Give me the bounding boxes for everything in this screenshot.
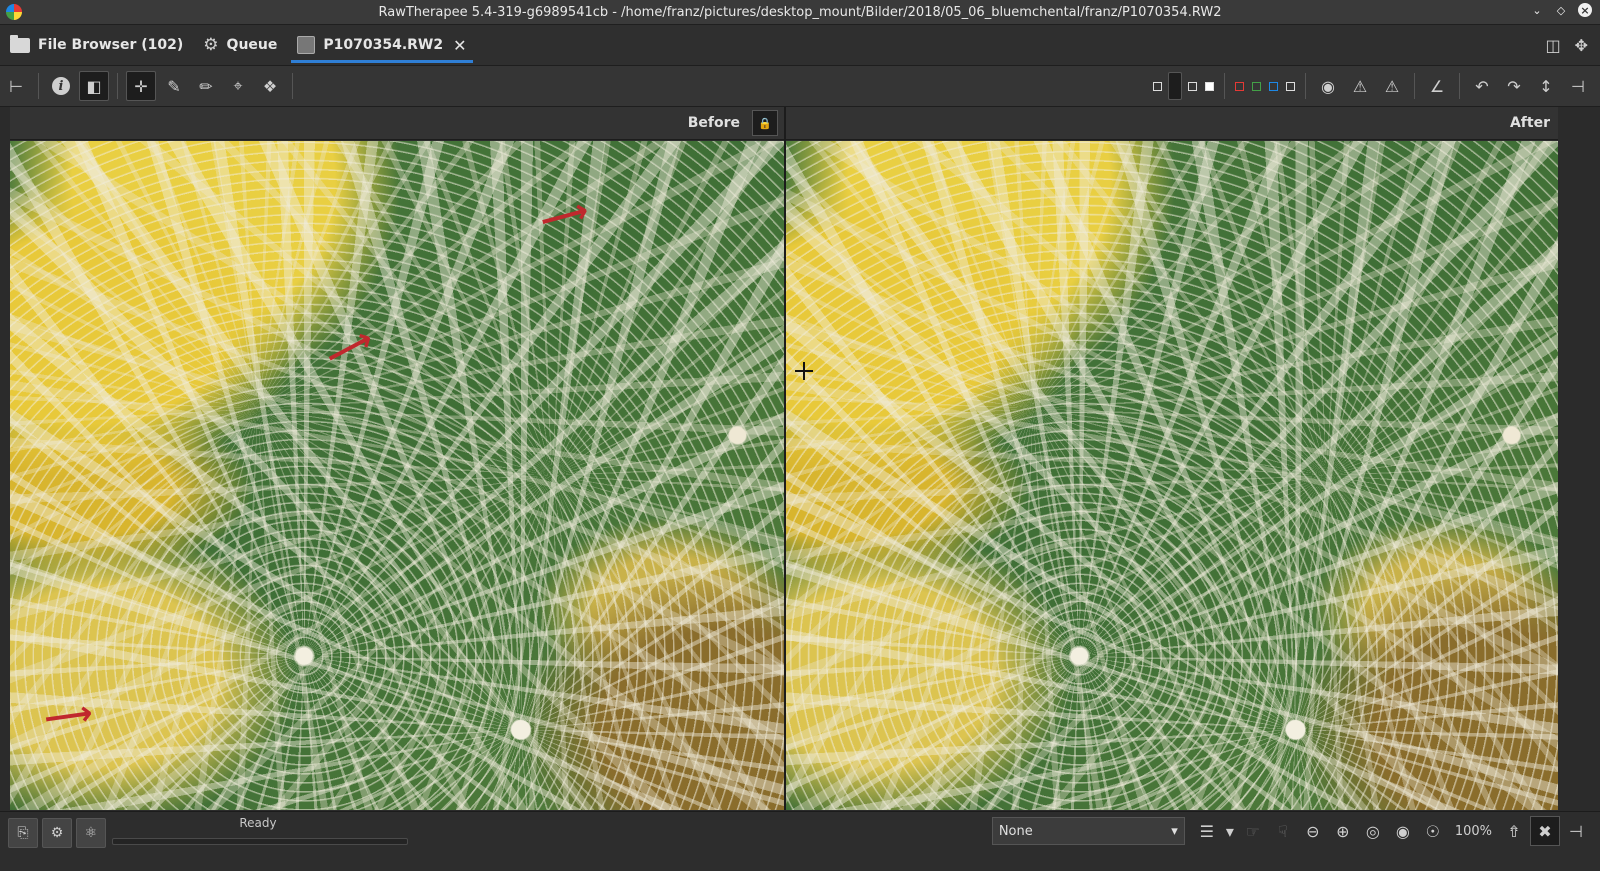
zoom-level: 100%	[1454, 823, 1492, 839]
after-header: After	[786, 107, 1558, 140]
folder-icon	[10, 34, 30, 53]
after-label: After	[1509, 115, 1550, 131]
info-icon: i	[52, 77, 70, 95]
red-channel-icon[interactable]	[1235, 81, 1244, 91]
window-titlebar: RawTherapee 5.4-319-g6989541cb - /home/f…	[0, 0, 1600, 25]
hide-left-panel-icon[interactable]: ⊢	[2, 72, 30, 100]
white-balance-picker-icon[interactable]: ✎	[160, 72, 188, 100]
zoom-fit-crop-icon[interactable]: ◉	[1389, 817, 1417, 845]
profile-select[interactable]: None ▾	[991, 817, 1185, 845]
separator	[117, 73, 118, 99]
external-editor-icon[interactable]: ⚛	[76, 818, 106, 848]
separator	[1224, 73, 1225, 99]
luminosity-channel-icon[interactable]	[1286, 81, 1295, 91]
green-channel-icon[interactable]	[1252, 81, 1261, 91]
flip-vertical-icon[interactable]: ↕	[1532, 72, 1560, 100]
after-photo	[786, 141, 1558, 810]
before-label: Before	[687, 115, 740, 131]
lock-icon[interactable]: 🔒	[752, 110, 778, 136]
tab-label: Queue	[226, 37, 278, 53]
fullscreen-icon[interactable]: ✥	[1575, 36, 1588, 55]
status-bar: ⎘ ⚙ ⚛ Ready None ▾ ☰ ▾ ☞ ☟ ⊖ ⊕ ◎ ◉ ☉ 100…	[0, 811, 1600, 871]
info-button[interactable]: i	[47, 72, 75, 100]
before-after-button[interactable]: ◧	[79, 71, 109, 101]
tab-file-browser[interactable]: File Browser (102)	[0, 25, 193, 65]
preview-mode-normal-icon[interactable]	[1188, 81, 1197, 91]
close-tab-icon[interactable]: ✕	[453, 36, 466, 55]
separator	[1305, 73, 1306, 99]
shadow-clipping-warning-icon[interactable]: ⚠	[1346, 72, 1374, 100]
before-photo	[10, 141, 784, 810]
straighten-icon[interactable]: ❖	[256, 72, 284, 100]
tab-editor[interactable]: P1070354.RW2 ✕	[287, 25, 476, 65]
close-window-icon[interactable]: ×	[1578, 3, 1592, 17]
hide-right-panel-bottom-icon[interactable]: ⊣	[1562, 817, 1590, 845]
minimize-icon[interactable]: ⌄	[1530, 3, 1544, 17]
app-icon	[6, 4, 22, 20]
zoom-100-icon[interactable]: ☉	[1419, 817, 1447, 845]
status-text: Ready	[239, 816, 277, 830]
separator	[38, 73, 39, 99]
preview-mode-small-icon[interactable]	[1153, 81, 1162, 91]
new-detail-window-icon[interactable]: ⇮	[1500, 817, 1528, 845]
zoom-in-icon[interactable]: ⊕	[1329, 817, 1357, 845]
send-to-queue-icon[interactable]: ⚙	[42, 818, 72, 848]
rotate-left-icon[interactable]: ↶	[1468, 72, 1496, 100]
tab-label: File Browser (102)	[38, 37, 184, 53]
after-image[interactable]	[786, 141, 1558, 810]
annotation-arrow-icon: ⟶	[41, 692, 96, 740]
blue-channel-icon[interactable]	[1269, 81, 1278, 91]
histogram-icon[interactable]: ∠	[1423, 72, 1451, 100]
progress-bar	[112, 838, 408, 845]
image-thumbnail-icon	[297, 36, 316, 54]
crop-icon[interactable]: ⌖	[224, 72, 252, 100]
hand-tool-icon[interactable]: ✛	[126, 71, 156, 101]
hide-right-panel-icon[interactable]: ⊣	[1564, 72, 1592, 100]
tab-bar: File Browser (102) ⚙ Queue P1070354.RW2 …	[0, 25, 1600, 66]
maximize-icon[interactable]: ◇	[1554, 3, 1568, 17]
previous-image-icon[interactable]: ☞	[1239, 817, 1267, 845]
chevron-down-icon[interactable]: ▾	[1223, 817, 1237, 845]
tab-label: P1070354.RW2	[323, 37, 444, 53]
preview-mode-white-icon[interactable]	[1205, 81, 1214, 91]
profile-select-value: None	[998, 823, 1033, 839]
dropdown-arrow-icon: ▾	[1171, 823, 1178, 839]
next-image-icon[interactable]: ☟	[1269, 817, 1297, 845]
panels-icon[interactable]: ◫	[1545, 36, 1560, 55]
color-picker-icon[interactable]: ✏	[192, 72, 220, 100]
focus-mask-icon[interactable]: ◉	[1314, 72, 1342, 100]
preview-mode-bar-icon[interactable]	[1168, 72, 1182, 100]
crosshair-cursor-icon	[795, 362, 813, 380]
pane-divider[interactable]	[784, 107, 786, 810]
separator	[1414, 73, 1415, 99]
gears-icon: ⚙	[203, 34, 219, 55]
before-image[interactable]: ⟶ ⟶ ⟶	[10, 141, 784, 810]
highlight-clipping-warning-icon[interactable]: ⚠	[1378, 72, 1406, 100]
save-image-icon[interactable]: ⎘	[8, 818, 38, 848]
tab-queue[interactable]: ⚙ Queue	[193, 25, 287, 65]
separator	[292, 73, 293, 99]
zoom-fit-icon[interactable]: ◎	[1359, 817, 1387, 845]
before-header: Before 🔒	[10, 107, 784, 140]
editor-toolbar: ⊢ i ◧ ✛ ✎ ✏ ⌖ ❖ ◉ ⚠ ⚠ ∠ ↶ ↷ ↕ ⊣	[0, 66, 1600, 107]
zoom-out-icon[interactable]: ⊖	[1299, 817, 1327, 845]
rotate-right-icon[interactable]: ↷	[1500, 72, 1528, 100]
separator	[1459, 73, 1460, 99]
history-list-icon[interactable]: ☰	[1193, 817, 1221, 845]
window-title: RawTherapee 5.4-319-g6989541cb - /home/f…	[378, 4, 1222, 20]
fullscreen-toggle-icon[interactable]: ✖	[1530, 816, 1560, 846]
